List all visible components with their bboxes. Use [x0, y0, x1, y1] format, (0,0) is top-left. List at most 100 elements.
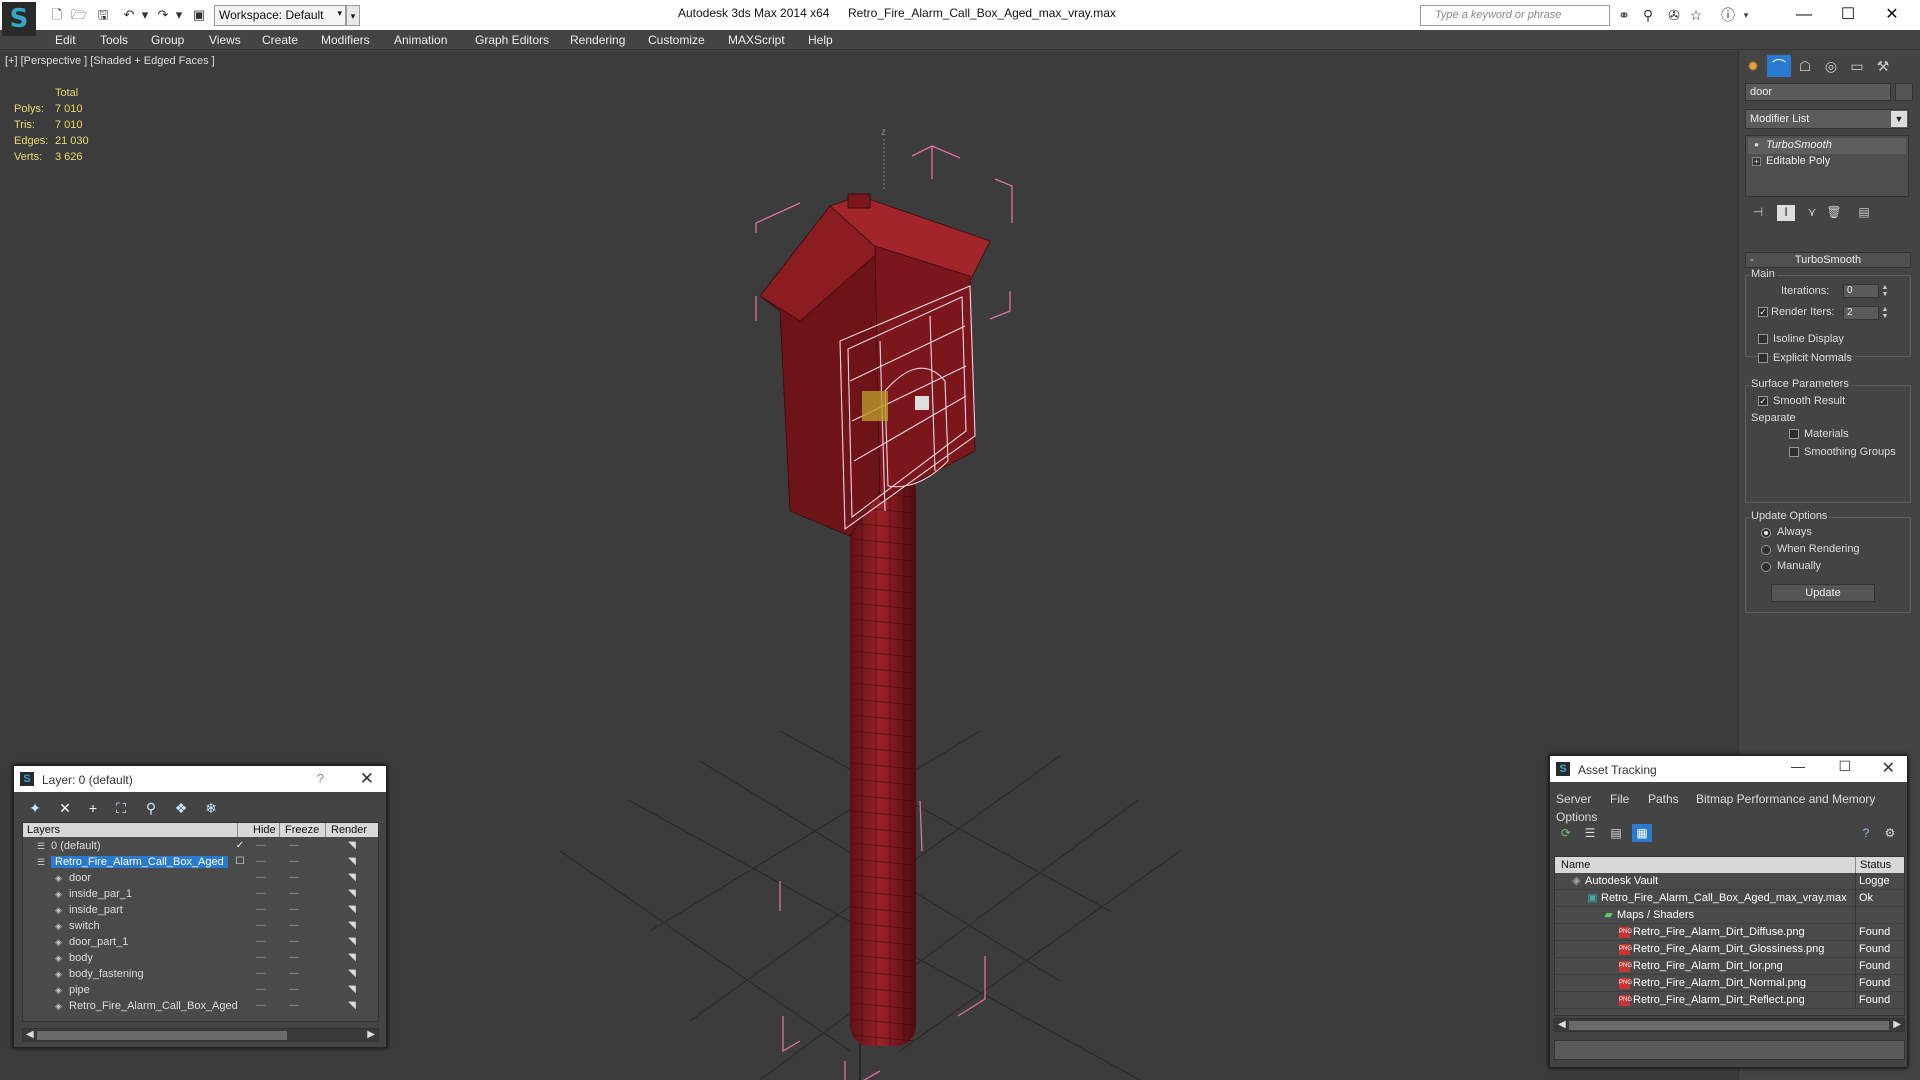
- display-tab-icon[interactable]: ▭: [1845, 55, 1869, 77]
- scrollbar-thumb[interactable]: [1569, 1021, 1889, 1030]
- stack-item-editable-poly[interactable]: + Editable Poly: [1748, 154, 1906, 170]
- lightbulb-icon[interactable]: ●: [1752, 141, 1761, 150]
- hide-all-layers-icon[interactable]: ❖: [170, 798, 192, 818]
- help-icon[interactable]: ?: [1856, 824, 1876, 842]
- new-file-icon[interactable]: 🗋: [48, 6, 66, 24]
- add-to-layer-icon[interactable]: +: [82, 798, 104, 818]
- render-teapot-icon[interactable]: ◥: [345, 904, 359, 915]
- render-teapot-icon[interactable]: ◥: [345, 920, 359, 931]
- freeze-toggle[interactable]: —: [287, 904, 301, 915]
- freeze-all-layers-icon[interactable]: ❄: [200, 798, 222, 818]
- hide-toggle[interactable]: —: [254, 1000, 268, 1011]
- modifier-list-dropdown[interactable]: Modifier List ▼: [1745, 109, 1909, 129]
- table-view-icon[interactable]: ▦: [1632, 824, 1652, 842]
- freeze-toggle[interactable]: —: [287, 920, 301, 931]
- open-file-icon[interactable]: 🗁: [70, 6, 88, 24]
- layers-column-header[interactable]: Layers: [27, 824, 60, 836]
- turbosmooth-rollout-header[interactable]: - TurboSmooth: [1745, 252, 1911, 268]
- menu-tools[interactable]: Tools: [100, 33, 128, 47]
- asset-horizontal-scrollbar[interactable]: ◀ ▶: [1554, 1018, 1905, 1032]
- smooth-result-checkbox[interactable]: ✓: [1758, 396, 1768, 406]
- stack-item-turbosmooth[interactable]: ● TurboSmooth: [1748, 138, 1906, 154]
- always-radio[interactable]: [1761, 528, 1771, 538]
- menu-file[interactable]: File: [1610, 792, 1629, 806]
- menu-graph-editors[interactable]: Graph Editors: [475, 33, 549, 47]
- hide-toggle[interactable]: —: [254, 936, 268, 947]
- hide-toggle[interactable]: —: [254, 872, 268, 883]
- menu-customize[interactable]: Customize: [648, 33, 705, 47]
- menu-help[interactable]: Help: [808, 33, 833, 47]
- close-button[interactable]: ✕: [1882, 758, 1895, 778]
- freeze-column-header[interactable]: Freeze: [285, 824, 319, 836]
- menu-create[interactable]: Create: [262, 33, 298, 47]
- show-end-result-icon[interactable]: I: [1777, 205, 1795, 221]
- scroll-right-icon[interactable]: ▶: [367, 1029, 375, 1040]
- layer-row[interactable]: ◈ door — — ◥: [23, 871, 378, 887]
- asset-dialog-titlebar[interactable]: S Asset Tracking — ☐ ✕: [1550, 756, 1907, 782]
- render-teapot-icon[interactable]: ◥: [345, 888, 359, 899]
- highlight-layer-icon[interactable]: ⚲: [140, 798, 162, 818]
- status-column-header[interactable]: Status: [1860, 859, 1891, 871]
- layer-row[interactable]: ◈ door_part_1 — — ◥: [23, 935, 378, 951]
- render-column-header[interactable]: Render: [331, 824, 367, 836]
- update-button[interactable]: Update: [1771, 584, 1875, 602]
- app-menu-button[interactable]: S: [2, 2, 36, 36]
- freeze-toggle[interactable]: —: [287, 856, 301, 867]
- details-view-icon[interactable]: ▤: [1606, 824, 1626, 842]
- render-teapot-icon[interactable]: ◥: [345, 936, 359, 947]
- hide-toggle[interactable]: —: [254, 920, 268, 931]
- hide-toggle[interactable]: —: [254, 840, 268, 851]
- close-button[interactable]: ✕: [1872, 4, 1912, 26]
- scroll-left-icon[interactable]: ◀: [26, 1029, 34, 1040]
- layer-row[interactable]: ◈ inside_par_1 — — ◥: [23, 887, 378, 903]
- smoothing-groups-checkbox[interactable]: [1789, 447, 1799, 457]
- explicit-normals-checkbox[interactable]: [1758, 353, 1768, 363]
- layer-row[interactable]: ◈ body_fastening — — ◥: [23, 967, 378, 983]
- workspace-select[interactable]: Workspace: Default ▾: [214, 5, 346, 26]
- menu-paths[interactable]: Paths: [1648, 792, 1679, 806]
- menu-modifiers[interactable]: Modifiers: [321, 33, 370, 47]
- maximize-button[interactable]: ☐: [1828, 4, 1868, 26]
- refresh-icon[interactable]: ⟳: [1556, 824, 1576, 842]
- quick-access-dropdown[interactable]: ▾: [346, 5, 360, 26]
- hide-toggle[interactable]: —: [254, 984, 268, 995]
- render-iters-checkbox[interactable]: ✓: [1758, 307, 1768, 317]
- select-objects-icon[interactable]: ⛶: [110, 798, 132, 818]
- freeze-toggle[interactable]: —: [287, 888, 301, 899]
- expand-plus-icon[interactable]: +: [1752, 157, 1761, 166]
- delete-layer-icon[interactable]: ✕: [54, 798, 76, 818]
- create-tab-icon[interactable]: ✹: [1741, 55, 1765, 77]
- freeze-toggle[interactable]: —: [287, 968, 301, 979]
- hide-toggle[interactable]: —: [254, 888, 268, 899]
- hide-toggle[interactable]: —: [254, 856, 268, 867]
- manually-radio[interactable]: [1761, 562, 1771, 572]
- layer-horizontal-scrollbar[interactable]: ◀ ▶: [22, 1028, 379, 1042]
- iterations-spinner[interactable]: 0: [1843, 284, 1879, 298]
- remove-modifier-icon[interactable]: 🗑: [1825, 205, 1843, 221]
- menu-edit[interactable]: Edit: [55, 33, 76, 47]
- layer-row[interactable]: ☰ 0 (default) ✓ — — ◥: [23, 839, 378, 855]
- object-name-field[interactable]: door: [1745, 83, 1891, 101]
- render-teapot-icon[interactable]: ◥: [345, 968, 359, 979]
- hierarchy-tab-icon[interactable]: ☖: [1793, 55, 1817, 77]
- help-button[interactable]: ?: [317, 771, 324, 786]
- render-teapot-icon[interactable]: ◥: [345, 952, 359, 963]
- asset-row[interactable]: ◈ Autodesk Vault Logge: [1555, 873, 1904, 890]
- layer-row[interactable]: ◈ pipe — — ◥: [23, 983, 378, 999]
- communication-center-icon[interactable]: ⚲: [1638, 6, 1658, 24]
- help-icon[interactable]: ⓘ: [1718, 6, 1738, 24]
- layer-row[interactable]: ◈ body — — ◥: [23, 951, 378, 967]
- motion-tab-icon[interactable]: ◎: [1819, 55, 1843, 77]
- freeze-toggle[interactable]: —: [287, 840, 301, 851]
- asset-path-field[interactable]: [1554, 1040, 1905, 1060]
- hide-toggle[interactable]: —: [254, 952, 268, 963]
- render-teapot-icon[interactable]: ◥: [345, 840, 359, 851]
- layer-row[interactable]: ◈ inside_part — — ◥: [23, 903, 378, 919]
- hide-toggle[interactable]: —: [254, 968, 268, 979]
- render-teapot-icon[interactable]: ◥: [345, 1000, 359, 1011]
- maximize-button[interactable]: ☐: [1838, 758, 1851, 775]
- layer-row[interactable]: ◈ Retro_Fire_Alarm_Call_Box_Aged — — ◥: [23, 999, 378, 1015]
- menu-group[interactable]: Group: [151, 33, 184, 47]
- set-active-layer-icon[interactable]: ☐: [233, 856, 247, 867]
- layer-row[interactable]: ☰ Retro_Fire_Alarm_Call_Box_Aged ☐ — — ◥: [23, 855, 378, 871]
